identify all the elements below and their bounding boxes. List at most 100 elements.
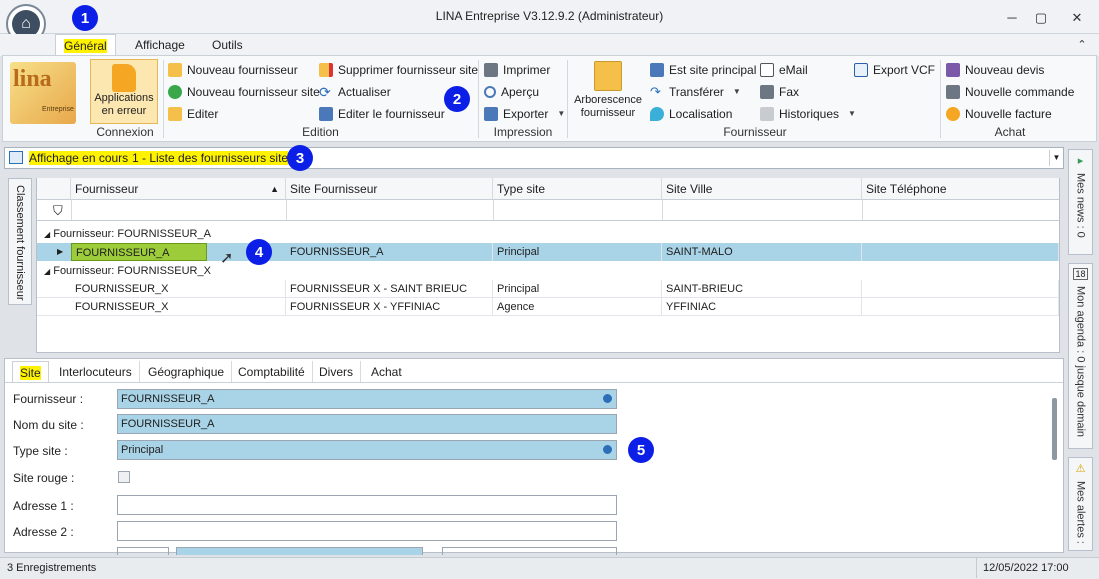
type-site-field[interactable]: Principal	[117, 440, 617, 460]
folders-icon	[594, 61, 622, 91]
mon-agenda-tab[interactable]: 18 Mon agenda : 0 jusque demain	[1068, 263, 1093, 449]
divider	[71, 200, 72, 220]
mes-news-tab[interactable]: ▸ Mes news : 0	[1068, 149, 1093, 255]
row-header-corner	[37, 178, 71, 200]
site-rouge-checkbox[interactable]	[118, 471, 130, 483]
editer-button[interactable]: Editer	[168, 104, 218, 124]
localisation-button[interactable]: Localisation	[650, 104, 732, 124]
table-row-selected[interactable]: ▶ FOURNISSEUR_A FOURNISSEUR_A Principal …	[37, 243, 1059, 261]
magnifier-icon	[484, 86, 496, 98]
cell-type-site[interactable]: Agence	[493, 298, 662, 316]
applications-en-erreur-button[interactable]: Applications en erreur	[90, 59, 158, 124]
group-row-fournisseur-a[interactable]: ◢ Fournisseur: FOURNISSEUR_A	[44, 225, 544, 243]
export-vcf-button[interactable]: Export VCF	[854, 60, 935, 80]
minimize-button[interactable]: ─	[1002, 8, 1022, 28]
group-row-fournisseur-x[interactable]: ◢ Fournisseur: FOURNISSEUR_X	[44, 262, 544, 280]
nom-du-site-field[interactable]: FOURNISSEUR_A	[117, 414, 617, 434]
calendar-icon: 18	[1073, 268, 1088, 280]
collapse-ribbon-button[interactable]: ⌃	[1072, 35, 1092, 55]
editer-le-fournisseur-button[interactable]: Editer le fournisseur	[319, 104, 445, 124]
column-header-fournisseur[interactable]: Fournisseur ▲	[71, 178, 286, 200]
close-button[interactable]: ✕	[1067, 8, 1087, 28]
lookup-icon[interactable]	[603, 445, 612, 454]
cell-type-site[interactable]: Principal	[493, 243, 662, 261]
cell-site-telephone[interactable]	[862, 243, 1059, 261]
column-header-site-fournisseur[interactable]: Site Fournisseur	[286, 178, 493, 200]
tab-label: Mes alertes :	[1074, 481, 1087, 544]
news-icon: ▸	[1077, 155, 1084, 167]
arborescence-fournisseur-button[interactable]: Arborescence fournisseur	[571, 59, 645, 123]
item-label: Historiques	[779, 107, 840, 121]
records-count: 3 Enregistrements	[7, 562, 97, 574]
filter-icon[interactable]: ⛉	[53, 203, 63, 219]
mes-alertes-tab[interactable]: ⚠ Mes alertes :	[1068, 457, 1093, 551]
separator	[567, 60, 568, 138]
cell-site-fournisseur[interactable]: FOURNISSEUR X - YFFINIAC	[286, 298, 493, 316]
column-header-type-site[interactable]: Type site	[493, 178, 662, 200]
group-label: Fournisseur: FOURNISSEUR_X	[53, 265, 211, 277]
fax-button[interactable]: Fax	[760, 82, 799, 102]
nouvelle-facture-button[interactable]: Nouvelle facture	[946, 104, 1052, 124]
apercu-button[interactable]: Aperçu	[484, 82, 539, 102]
cell-site-fournisseur[interactable]: FOURNISSEUR_A	[286, 243, 493, 261]
tab-site[interactable]: Site	[12, 361, 49, 383]
nouveau-devis-button[interactable]: Nouveau devis	[946, 60, 1044, 80]
ville-field[interactable]	[176, 547, 423, 555]
tab-outils[interactable]: Outils	[204, 34, 251, 56]
nouveau-fournisseur-button[interactable]: Nouveau fournisseur	[168, 60, 298, 80]
supprimer-fournisseur-site-button[interactable]: Supprimer fournisseur site	[319, 60, 478, 80]
filter-row[interactable]: ⛉	[37, 200, 1059, 221]
cell-site-telephone[interactable]	[862, 280, 1059, 298]
cell-type-site[interactable]: Principal	[493, 280, 662, 298]
cell-fournisseur[interactable]: FOURNISSEUR_X	[71, 298, 286, 316]
column-header-site-ville[interactable]: Site Ville	[662, 178, 862, 200]
fournisseur-field[interactable]: FOURNISSEUR_A	[117, 389, 617, 409]
table-row[interactable]: FOURNISSEUR_X FOURNISSEUR X - YFFINIAC A…	[37, 298, 1059, 316]
tab-achat[interactable]: Achat	[364, 361, 409, 383]
cell-fournisseur[interactable]: FOURNISSEUR_A	[71, 243, 207, 261]
tab-label: Mon agenda : 0 jusque demain	[1074, 286, 1087, 438]
pays-field[interactable]	[442, 547, 617, 555]
exporter-dropdown[interactable]: Exporter ▼	[484, 104, 565, 124]
scrollbar-thumb[interactable]	[1052, 398, 1057, 460]
side-panel: ▸ Mes news : 0 18 Mon agenda : 0 jusque de…	[1068, 147, 1095, 551]
transferer-dropdown[interactable]: ↷ Transférer ▼	[650, 82, 741, 102]
nouvelle-commande-button[interactable]: Nouvelle commande	[946, 82, 1074, 102]
divider	[5, 382, 1063, 383]
group-label-impression: Impression	[493, 125, 553, 139]
cell-site-ville[interactable]: YFFINIAC	[662, 298, 862, 316]
button-label: Arborescence	[574, 94, 642, 106]
maximize-button[interactable]: ▢	[1031, 8, 1051, 28]
cell-site-telephone[interactable]	[862, 298, 1059, 316]
adresse-1-field[interactable]	[117, 495, 617, 515]
callout-5: 5	[628, 437, 654, 463]
nouveau-fournisseur-site-button[interactable]: Nouveau fournisseur site	[168, 82, 320, 102]
historiques-dropdown[interactable]: Historiques ▼	[760, 104, 856, 124]
email-button[interactable]: eMail	[760, 60, 808, 80]
table-row[interactable]: FOURNISSEUR_X FOURNISSEUR X - SAINT BRIE…	[37, 280, 1059, 298]
code-postal-field[interactable]	[117, 547, 169, 555]
tab-affichage[interactable]: Affichage	[127, 34, 193, 56]
column-header-site-telephone[interactable]: Site Téléphone	[862, 178, 1059, 200]
imprimer-button[interactable]: Imprimer	[484, 60, 550, 80]
chevron-down-icon[interactable]: ▼	[1049, 150, 1063, 166]
actualiser-button[interactable]: ⟳ Actualiser	[319, 82, 391, 102]
adresse-2-field[interactable]	[117, 521, 617, 541]
chevron-down-icon: ▼	[557, 109, 566, 118]
tab-geographique[interactable]: Géographique	[141, 361, 233, 383]
cell-site-fournisseur[interactable]: FOURNISSEUR X - SAINT BRIEUC	[286, 280, 493, 298]
classement-fournisseur-tab[interactable]: Classement fournisseur	[8, 178, 32, 305]
cell-site-ville[interactable]: SAINT-MALO	[662, 243, 862, 261]
lookup-icon[interactable]	[603, 394, 612, 403]
status-datetime: 12/05/2022 17:00	[976, 558, 1069, 578]
cell-site-ville[interactable]: SAINT-BRIEUC	[662, 280, 862, 298]
tab-divers[interactable]: Divers	[312, 361, 362, 383]
tab-general[interactable]: Général	[55, 34, 116, 56]
est-site-principal-button[interactable]: Est site principal	[650, 60, 756, 80]
button-label: en erreur	[101, 105, 147, 117]
tab-interlocuteurs[interactable]: Interlocuteurs	[52, 361, 140, 383]
cell-fournisseur[interactable]: FOURNISSEUR_X	[71, 280, 286, 298]
group-label-achat: Achat	[994, 125, 1026, 139]
item-label: Aperçu	[501, 85, 540, 99]
tab-comptabilite[interactable]: Comptabilité	[231, 361, 313, 383]
